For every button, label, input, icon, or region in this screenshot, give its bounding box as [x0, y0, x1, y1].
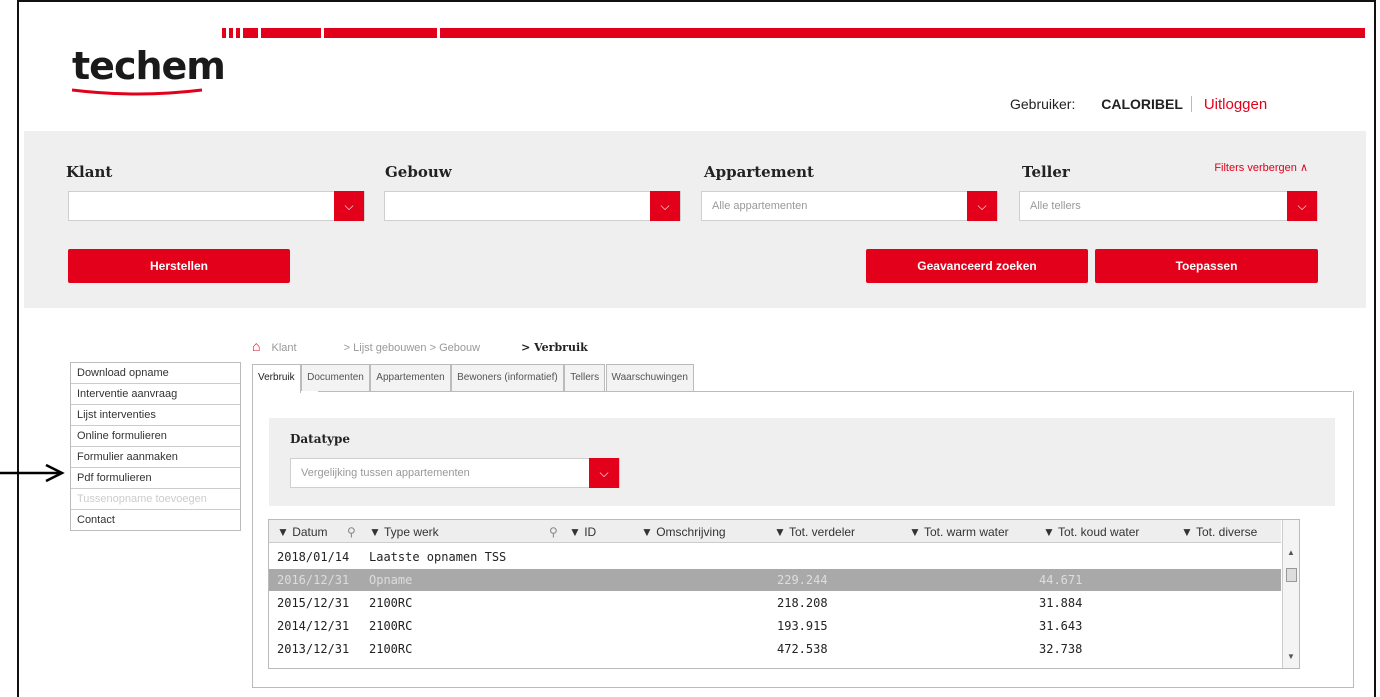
cell-datum: 2018/01/14 — [277, 550, 350, 564]
klant-select[interactable]: ⌵ — [68, 191, 365, 221]
cell-datum: 2014/12/31 — [277, 619, 350, 633]
cell-koud: 31.643 — [1039, 619, 1083, 633]
table-row-selected[interactable]: 2016/12/31 Opname 229.244 44.671 — [269, 569, 1281, 591]
scroll-up-icon[interactable]: ▲ — [1283, 548, 1299, 557]
appartement-select-value: Alle appartementen — [712, 200, 808, 212]
col-type-werk[interactable]: ▼ Type werk — [369, 525, 439, 539]
techem-logo: techem — [72, 44, 226, 88]
cell-koud: 31.884 — [1039, 596, 1083, 610]
gebouw-label: Gebouw — [385, 163, 452, 181]
col-tot-diverse[interactable]: ▼ Tot. diverse — [1181, 525, 1257, 539]
table-row[interactable]: 2018/01/14 Laatste opnamen TSS — [269, 546, 1281, 568]
tab-bewoners[interactable]: Bewoners (informatief) — [451, 364, 564, 391]
consumption-grid: ▼ Datum ⚲ ▼ Type werk ⚲ ▼ ID ▼ Omschrijv… — [268, 519, 1300, 669]
datatype-select-value: Vergelijking tussen appartementen — [301, 467, 470, 479]
sidemenu-online-formulieren[interactable]: Online formulieren — [71, 426, 240, 447]
cell-type: Opname — [369, 573, 413, 587]
chevron-down-icon[interactable]: ⌵ — [650, 191, 680, 221]
table-row[interactable]: 2014/12/31 2100RC 193.915 31.643 — [269, 615, 1281, 637]
cell-datum: 2015/12/31 — [277, 596, 350, 610]
hide-filters-label: Filters verbergen — [1214, 162, 1297, 174]
advanced-search-button[interactable]: Geavanceerd zoeken — [866, 249, 1088, 283]
frame-right — [1374, 0, 1376, 697]
appartement-select[interactable]: Alle appartementen ⌵ — [701, 191, 998, 221]
chevron-down-icon[interactable]: ⌵ — [1287, 191, 1317, 221]
search-icon[interactable]: ⚲ — [549, 525, 558, 539]
teller-select[interactable]: Alle tellers ⌵ — [1019, 191, 1318, 221]
chevron-down-icon[interactable]: ⌵ — [589, 458, 619, 488]
breadcrumb: ⌂ Klant > Lijst gebouwen > Gebouw > Verb… — [252, 338, 588, 354]
cell-verdeler: 218.208 — [777, 596, 828, 610]
frame-left — [17, 0, 19, 697]
table-row[interactable]: 2015/12/31 2100RC 218.208 31.884 — [269, 592, 1281, 614]
breadcrumb-middle[interactable]: > Lijst gebouwen > Gebouw — [344, 342, 480, 354]
col-tot-koud-water[interactable]: ▼ Tot. koud water — [1043, 525, 1139, 539]
cell-verdeler: 229.244 — [777, 573, 828, 587]
cell-verdeler: 193.915 — [777, 619, 828, 633]
user-info: Gebruiker: CALORIBEL Uitloggen — [1010, 96, 1267, 113]
sidemenu-pdf-formulieren[interactable]: Pdf formulieren — [71, 468, 240, 489]
col-omschrijving[interactable]: ▼ Omschrijving — [641, 525, 726, 539]
teller-select-value: Alle tellers — [1030, 200, 1081, 212]
logout-link[interactable]: Uitloggen — [1204, 96, 1267, 113]
teller-label: Teller — [1022, 163, 1070, 181]
frame-top — [17, 0, 1376, 2]
col-id[interactable]: ▼ ID — [569, 525, 596, 539]
chevron-down-icon[interactable]: ⌵ — [967, 191, 997, 221]
sidemenu-lijst-interventies[interactable]: Lijst interventies — [71, 405, 240, 426]
datatype-select[interactable]: Vergelijking tussen appartementen ⌵ — [290, 458, 620, 488]
sidemenu-tussenopname-toevoegen: Tussenopname toevoegen — [71, 489, 240, 510]
cell-koud: 44.671 — [1039, 573, 1083, 587]
tab-tellers[interactable]: Tellers — [564, 364, 606, 391]
brand-top-bar — [222, 28, 1365, 38]
grid-header: ▼ Datum ⚲ ▼ Type werk ⚲ ▼ ID ▼ Omschrijv… — [269, 520, 1281, 543]
pointer-arrow-icon — [0, 463, 65, 483]
logo-swoosh-icon — [72, 88, 202, 96]
cell-koud: 32.738 — [1039, 642, 1083, 656]
user-label: Gebruiker: — [1010, 96, 1076, 112]
scroll-thumb[interactable] — [1286, 568, 1297, 582]
cell-type: 2100RC — [369, 642, 413, 656]
tab-appartementen[interactable]: Appartementen — [370, 364, 451, 391]
cell-datum: 2013/12/31 — [277, 642, 350, 656]
cell-type: Laatste opnamen TSS — [369, 550, 507, 564]
sidemenu-download-opname[interactable]: Download opname — [71, 363, 240, 384]
cell-verdeler: 472.538 — [777, 642, 828, 656]
scroll-down-icon[interactable]: ▼ — [1283, 652, 1299, 661]
cell-type: 2100RC — [369, 619, 413, 633]
col-tot-warm-water[interactable]: ▼ Tot. warm water — [909, 525, 1009, 539]
side-menu: Download opname Interventie aanvraag Lij… — [70, 362, 241, 531]
sidemenu-interventie-aanvraag[interactable]: Interventie aanvraag — [71, 384, 240, 405]
breadcrumb-current: > Verbruik — [521, 341, 588, 354]
grid-scrollbar[interactable]: ▲ ▼ — [1282, 520, 1299, 668]
chevron-up-icon: ∧ — [1299, 162, 1308, 174]
home-icon[interactable]: ⌂ — [252, 338, 260, 354]
breadcrumb-klant[interactable]: Klant — [272, 342, 297, 354]
search-icon[interactable]: ⚲ — [347, 525, 356, 539]
datatype-label: Datatype — [290, 432, 351, 446]
col-datum[interactable]: ▼ Datum — [277, 525, 328, 539]
sidemenu-contact[interactable]: Contact — [71, 510, 240, 530]
tab-bar: Verbruik Documenten Appartementen Bewone… — [252, 364, 694, 393]
gebouw-select[interactable]: ⌵ — [384, 191, 681, 221]
chevron-down-icon[interactable]: ⌵ — [334, 191, 364, 221]
tab-waarschuwingen[interactable]: Waarschuwingen — [605, 364, 694, 391]
tab-verbruik[interactable]: Verbruik — [252, 364, 301, 393]
table-row[interactable]: 2013/12/31 2100RC 472.538 32.738 — [269, 638, 1281, 660]
col-tot-verdeler[interactable]: ▼ Tot. verdeler — [774, 525, 855, 539]
sidemenu-formulier-aanmaken[interactable]: Formulier aanmaken — [71, 447, 240, 468]
tab-documenten[interactable]: Documenten — [301, 364, 370, 391]
appartement-label: Appartement — [704, 163, 814, 181]
hide-filters-link[interactable]: Filters verbergen ∧ — [1214, 161, 1308, 174]
cell-datum: 2016/12/31 — [277, 573, 350, 587]
reset-button[interactable]: Herstellen — [68, 249, 290, 283]
apply-button[interactable]: Toepassen — [1095, 249, 1318, 283]
user-name: CALORIBEL — [1101, 96, 1192, 112]
filter-panel: Klant Gebouw Appartement Teller Filters … — [24, 131, 1366, 308]
cell-type: 2100RC — [369, 596, 413, 610]
klant-label: Klant — [66, 163, 113, 181]
